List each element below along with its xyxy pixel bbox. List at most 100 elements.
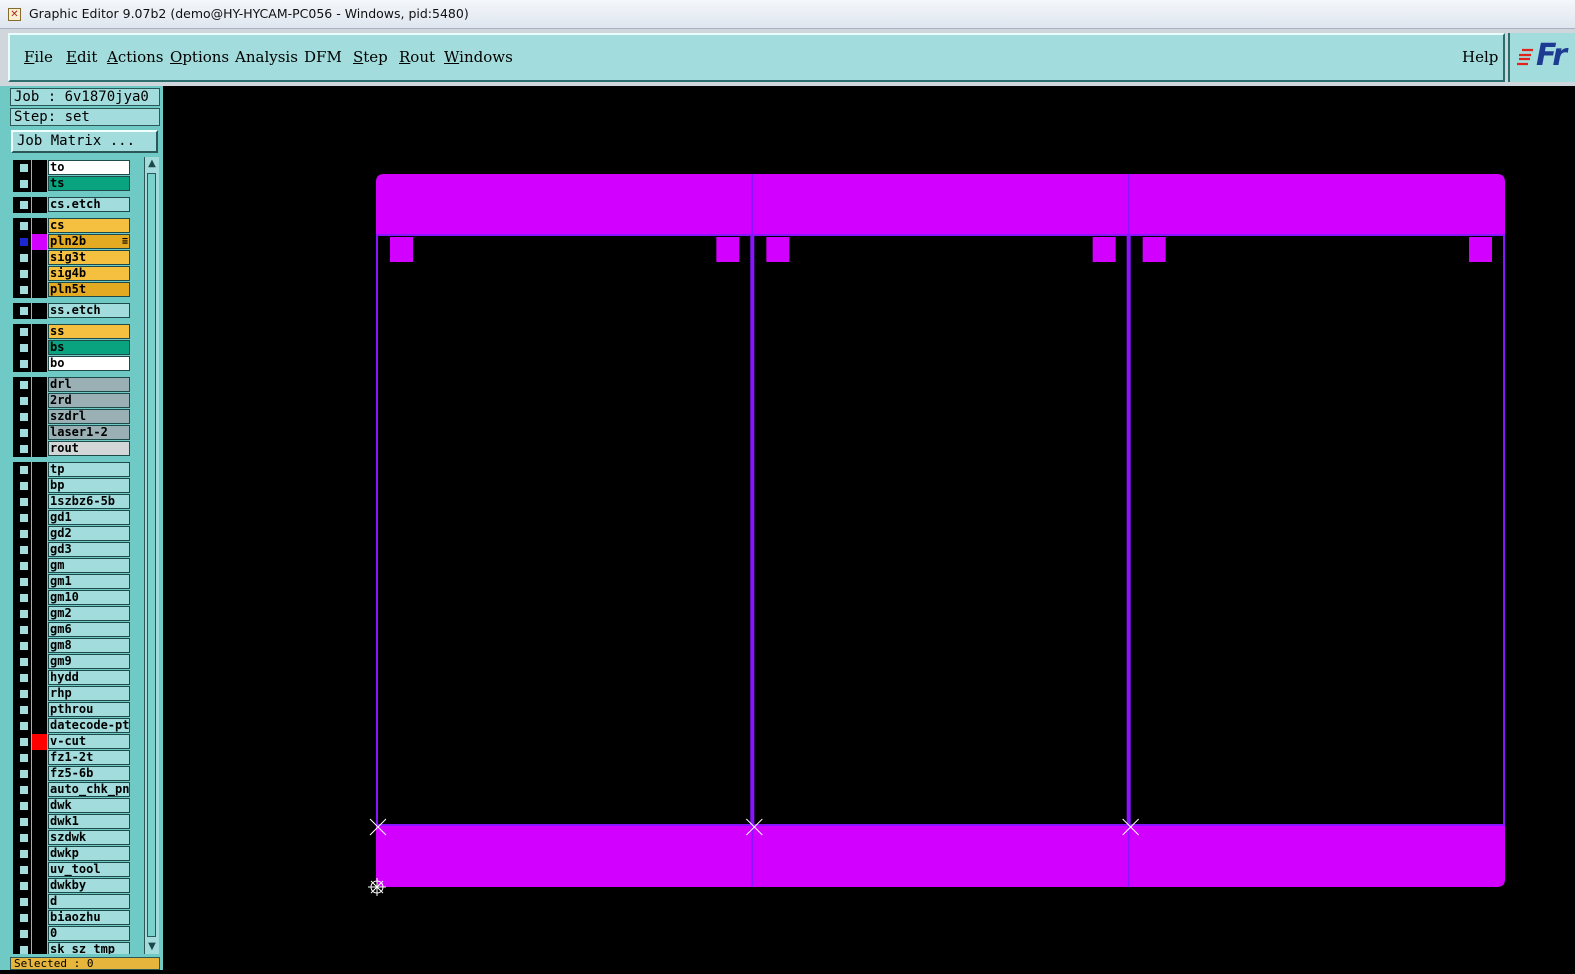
layer-checkbox[interactable]: [18, 326, 30, 338]
menu-step[interactable]: Step: [353, 48, 388, 66]
layer-display-color[interactable]: [32, 266, 47, 282]
layer-name[interactable]: szdwk: [48, 830, 130, 845]
layer-checkbox[interactable]: [18, 624, 30, 636]
layer-checkbox[interactable]: [18, 220, 30, 232]
layer-name[interactable]: gd1: [48, 510, 130, 525]
layer-display-color[interactable]: [32, 160, 47, 176]
layer-checkbox[interactable]: [18, 284, 30, 296]
board-drawing[interactable]: [163, 86, 1575, 970]
layer-name[interactable]: pln2b ≡: [48, 234, 130, 249]
layer-row-pthrou[interactable]: pthrou: [11, 702, 132, 718]
layer-name[interactable]: dwkp: [48, 846, 130, 861]
layer-display-color[interactable]: [32, 942, 47, 954]
layer-row-rout[interactable]: rout: [11, 441, 132, 457]
layer-name[interactable]: dwk1: [48, 814, 130, 829]
layer-checkbox[interactable]: [18, 512, 30, 524]
layer-checkbox[interactable]: [18, 496, 30, 508]
layer-checkbox[interactable]: [18, 199, 30, 211]
layer-name[interactable]: laser1-2: [48, 425, 130, 440]
layer-checkbox[interactable]: [18, 832, 30, 844]
layer-row-datecode-pt[interactable]: datecode-pt: [11, 718, 132, 734]
layer-checkbox[interactable]: [18, 305, 30, 317]
layer-display-color[interactable]: [32, 558, 47, 574]
layer-row-auto_chk_pnl[interactable]: auto_chk_pnl: [11, 782, 132, 798]
layer-row-tp[interactable]: tp: [11, 462, 132, 478]
layer-row-fz5-6b[interactable]: fz5-6b: [11, 766, 132, 782]
layer-display-color[interactable]: [32, 197, 47, 213]
layer-name[interactable]: rhp: [48, 686, 130, 701]
layer-display-color[interactable]: [32, 606, 47, 622]
menu-file[interactable]: File: [24, 48, 53, 66]
layer-display-color[interactable]: [32, 686, 47, 702]
layer-checkbox[interactable]: [18, 896, 30, 908]
layer-display-color[interactable]: [32, 622, 47, 638]
layer-name[interactable]: bs: [48, 340, 130, 355]
layer-display-color[interactable]: [32, 750, 47, 766]
layer-row-gd2[interactable]: gd2: [11, 526, 132, 542]
menu-dfm[interactable]: DFM: [304, 48, 342, 66]
layer-display-color[interactable]: [32, 638, 47, 654]
layer-display-color[interactable]: [32, 702, 47, 718]
layer-display-color[interactable]: [32, 510, 47, 526]
layer-display-color[interactable]: [32, 250, 47, 266]
layer-display-color[interactable]: [32, 830, 47, 846]
layer-checkbox[interactable]: [18, 944, 30, 954]
layer-row-ss[interactable]: ss: [11, 324, 132, 340]
layer-display-color[interactable]: [32, 590, 47, 606]
layer-row-1szbz6-5b[interactable]: 1szbz6-5b: [11, 494, 132, 510]
layer-display-color[interactable]: [32, 234, 47, 250]
layer-name[interactable]: cs: [48, 218, 130, 233]
menu-windows[interactable]: Windows: [444, 48, 513, 66]
layer-display-color[interactable]: [32, 393, 47, 409]
layer-display-color[interactable]: [32, 574, 47, 590]
layer-row-2rd[interactable]: 2rd: [11, 393, 132, 409]
layer-display-color[interactable]: [32, 734, 47, 750]
layer-name[interactable]: d: [48, 894, 130, 909]
layer-display-color[interactable]: [32, 846, 47, 862]
layer-checkbox[interactable]: [18, 236, 30, 248]
layer-checkbox[interactable]: [18, 560, 30, 572]
layer-row-gm8[interactable]: gm8: [11, 638, 132, 654]
menu-analysis[interactable]: Analysis: [235, 48, 298, 66]
layer-row-sig4b[interactable]: sig4b: [11, 266, 132, 282]
layer-name[interactable]: gm8: [48, 638, 130, 653]
layer-row-sig3t[interactable]: sig3t: [11, 250, 132, 266]
layer-name[interactable]: ss: [48, 324, 130, 339]
layer-display-color[interactable]: [32, 798, 47, 814]
layer-name[interactable]: sig4b: [48, 266, 130, 281]
layer-display-color[interactable]: [32, 814, 47, 830]
layer-checkbox[interactable]: [18, 480, 30, 492]
layer-display-color[interactable]: [32, 910, 47, 926]
layer-name[interactable]: fz5-6b: [48, 766, 130, 781]
layer-name[interactable]: dwk: [48, 798, 130, 813]
layer-row-biaozhu[interactable]: biaozhu: [11, 910, 132, 926]
layer-name[interactable]: bo: [48, 356, 130, 371]
layer-checkbox[interactable]: [18, 252, 30, 264]
layer-checkbox[interactable]: [18, 912, 30, 924]
layer-row-gm[interactable]: gm: [11, 558, 132, 574]
layer-checkbox[interactable]: [18, 162, 30, 174]
layer-checkbox[interactable]: [18, 443, 30, 455]
layer-name[interactable]: datecode-pt: [48, 718, 130, 733]
scroll-thumb[interactable]: [147, 173, 156, 937]
layer-row-cs[interactable]: cs: [11, 218, 132, 234]
layer-display-color[interactable]: [32, 441, 47, 457]
layer-display-color[interactable]: [32, 324, 47, 340]
layer-name[interactable]: gm2: [48, 606, 130, 621]
layer-row-sk_sz_tmp[interactable]: sk_sz_tmp: [11, 942, 132, 954]
layer-row-gm10[interactable]: gm10: [11, 590, 132, 606]
layer-checkbox[interactable]: [18, 395, 30, 407]
layer-row-gd1[interactable]: gd1: [11, 510, 132, 526]
layer-name[interactable]: bp: [48, 478, 130, 493]
layer-name[interactable]: pln5t: [48, 282, 130, 297]
layer-display-color[interactable]: [32, 894, 47, 910]
menu-edit[interactable]: Edit: [66, 48, 97, 66]
layer-checkbox[interactable]: [18, 464, 30, 476]
layer-row-gm6[interactable]: gm6: [11, 622, 132, 638]
menu-rout[interactable]: Rout: [399, 48, 435, 66]
layer-row-pln2b[interactable]: pln2b ≡: [11, 234, 132, 250]
layer-name[interactable]: ts: [48, 176, 130, 191]
layer-display-color[interactable]: [32, 282, 47, 298]
layer-checkbox[interactable]: [18, 379, 30, 391]
layer-display-color[interactable]: [32, 176, 47, 192]
